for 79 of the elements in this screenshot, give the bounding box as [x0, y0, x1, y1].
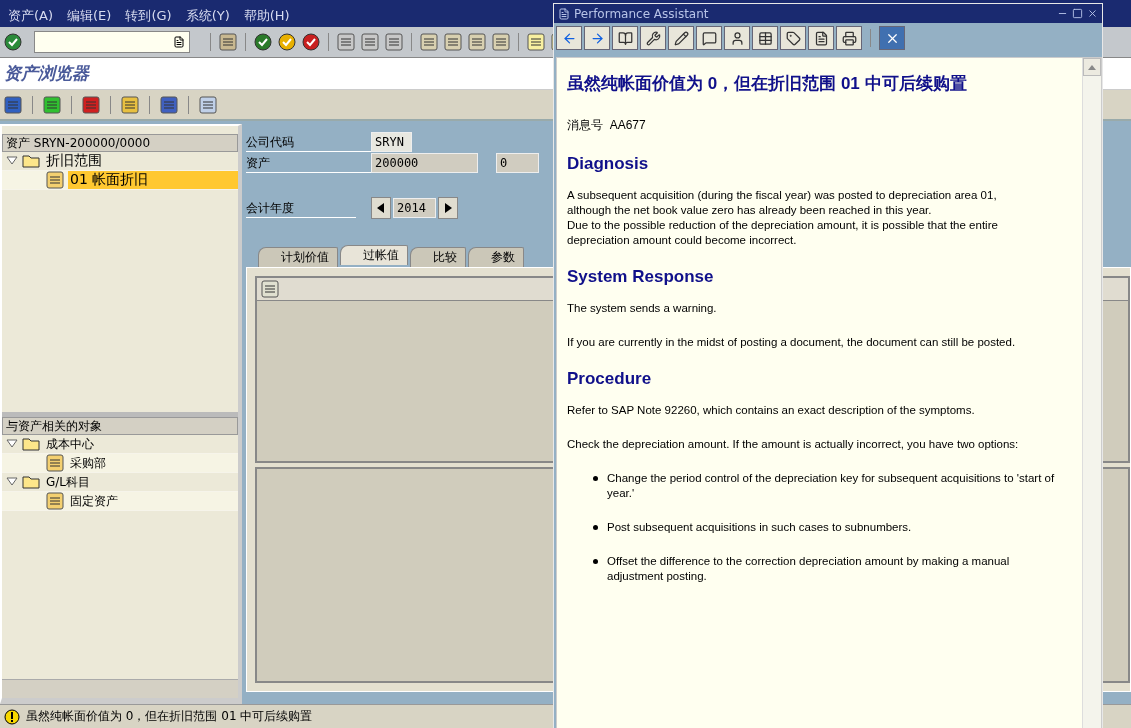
menu-item[interactable]: 系统(Y): [185, 7, 230, 25]
warning-icon: [4, 708, 20, 725]
window-title: Performance Assistant: [574, 6, 710, 21]
tree-item[interactable]: G/L科目: [44, 473, 93, 491]
paragraph: If you are currently in the midst of posting a document, the document can still be posted.: [567, 335, 1017, 350]
bullet-icon: [593, 476, 598, 481]
close-button[interactable]: [879, 26, 905, 50]
enter-icon[interactable]: [4, 33, 22, 51]
maximize-icon[interactable]: [1072, 8, 1083, 19]
expanded-toggle-icon[interactable]: [6, 439, 18, 449]
message-number: 消息号 AA677: [567, 117, 647, 134]
screen-title: 资产浏览器: [4, 62, 89, 85]
history-icon[interactable]: [173, 36, 185, 48]
list-item: Change the period control of the depreciation key for subsequent acquisitions to 'start of year.': [607, 471, 1056, 501]
folder-icon: [22, 154, 40, 168]
left-arrow-icon: [377, 203, 385, 213]
scrollbar[interactable]: [2, 679, 238, 698]
comment-icon: [701, 30, 717, 46]
fiscal-year-field[interactable]: 2014: [393, 198, 436, 218]
book-icon: [617, 30, 633, 46]
section-heading: Procedure: [567, 369, 653, 389]
section-heading: System Response: [567, 267, 715, 287]
toolbar-button[interactable]: [640, 26, 666, 50]
tree-item[interactable]: 采购部: [68, 454, 108, 472]
toolbar-button[interactable]: [668, 26, 694, 50]
expanded-toggle-icon[interactable]: [6, 477, 18, 487]
toolbar-button[interactable]: [556, 26, 582, 50]
close-icon[interactable]: [1087, 8, 1098, 19]
section-heading: Diagnosis: [567, 154, 650, 174]
tree-item[interactable]: 成本中心: [44, 435, 96, 453]
toolbar-button[interactable]: [836, 26, 862, 50]
wrench-icon: [645, 30, 661, 46]
next-year-button[interactable]: [438, 197, 458, 219]
pencil-icon: [673, 30, 689, 46]
user-icon: [729, 30, 745, 46]
subnumber-field[interactable]: 0: [496, 153, 539, 173]
window-icon: [558, 7, 570, 20]
menu-item[interactable]: 帮助(H): [243, 7, 290, 25]
toolbar-button[interactable]: [584, 26, 610, 50]
menu-item[interactable]: 资产(A): [8, 7, 54, 25]
menu-item[interactable]: 转到(G): [125, 7, 172, 25]
toolbar-button[interactable]: [612, 26, 638, 50]
bullet-icon: [593, 525, 598, 530]
expanded-toggle-icon[interactable]: [6, 156, 18, 166]
toolbar-button[interactable]: [752, 26, 778, 50]
folder-icon: [22, 437, 40, 451]
scroll-up-icon[interactable]: [1088, 64, 1096, 70]
tag-icon: [785, 30, 801, 46]
toolbar-button[interactable]: [780, 26, 806, 50]
paragraph: A subsequent acquisition (during the fiscal year) was posted to depreciation area 01, although the net book value zero has already been reached in this year. Due to the possible reduction of the depreciation amount, it is possible that the entire depreciation amount could become incorrect.: [567, 188, 999, 248]
command-field[interactable]: [34, 31, 190, 53]
previous-year-button[interactable]: [371, 197, 391, 219]
field-label: 会计年度: [246, 198, 356, 218]
message-heading: 虽然纯帐面价值为 0，但在折旧范围 01 中可后续购置: [567, 73, 968, 95]
list-item: Post subsequent acquisitions in such cases to subnumbers.: [607, 520, 912, 535]
tab[interactable]: 过帐值: [340, 245, 408, 265]
toolbar-button[interactable]: [696, 26, 722, 50]
tab[interactable]: 参数: [468, 247, 524, 267]
paragraph: The system sends a warning.: [567, 301, 718, 316]
menu-item[interactable]: 编辑(E): [67, 7, 112, 25]
status-message: 虽然纯帐面价值为 0，但在折旧范围 01 中可后续购置: [26, 708, 313, 725]
paragraph: Refer to SAP Note 92260, which contains an exact description of the symptoms.: [567, 403, 976, 418]
toolbar-button[interactable]: [724, 26, 750, 50]
list-item: Offset the difference to the correction depreciation amount by making a manual adjustment posting.: [607, 554, 1011, 584]
tree-item[interactable]: 01 帐面折旧: [68, 171, 238, 189]
company-code-field[interactable]: SRYN: [371, 132, 412, 152]
asset-field[interactable]: 200000: [371, 153, 478, 173]
right-arrow-icon: [444, 203, 452, 213]
document-icon: [813, 30, 829, 46]
paragraph: Check the depreciation amount. If the amount is actually incorrect, you have two options:: [567, 437, 1020, 452]
forward-icon: [589, 30, 605, 46]
folder-icon: [22, 475, 40, 489]
bullet-icon: [593, 559, 598, 564]
toolbar-button[interactable]: [808, 26, 834, 50]
tree-item[interactable]: 折旧范围: [44, 152, 104, 170]
tab[interactable]: 比较: [410, 247, 466, 267]
tree-header: 资产 SRYN-200000/0000: [2, 134, 238, 152]
tab[interactable]: 计划价值: [258, 247, 338, 267]
tree-header: 与资产相关的对象: [2, 417, 238, 435]
